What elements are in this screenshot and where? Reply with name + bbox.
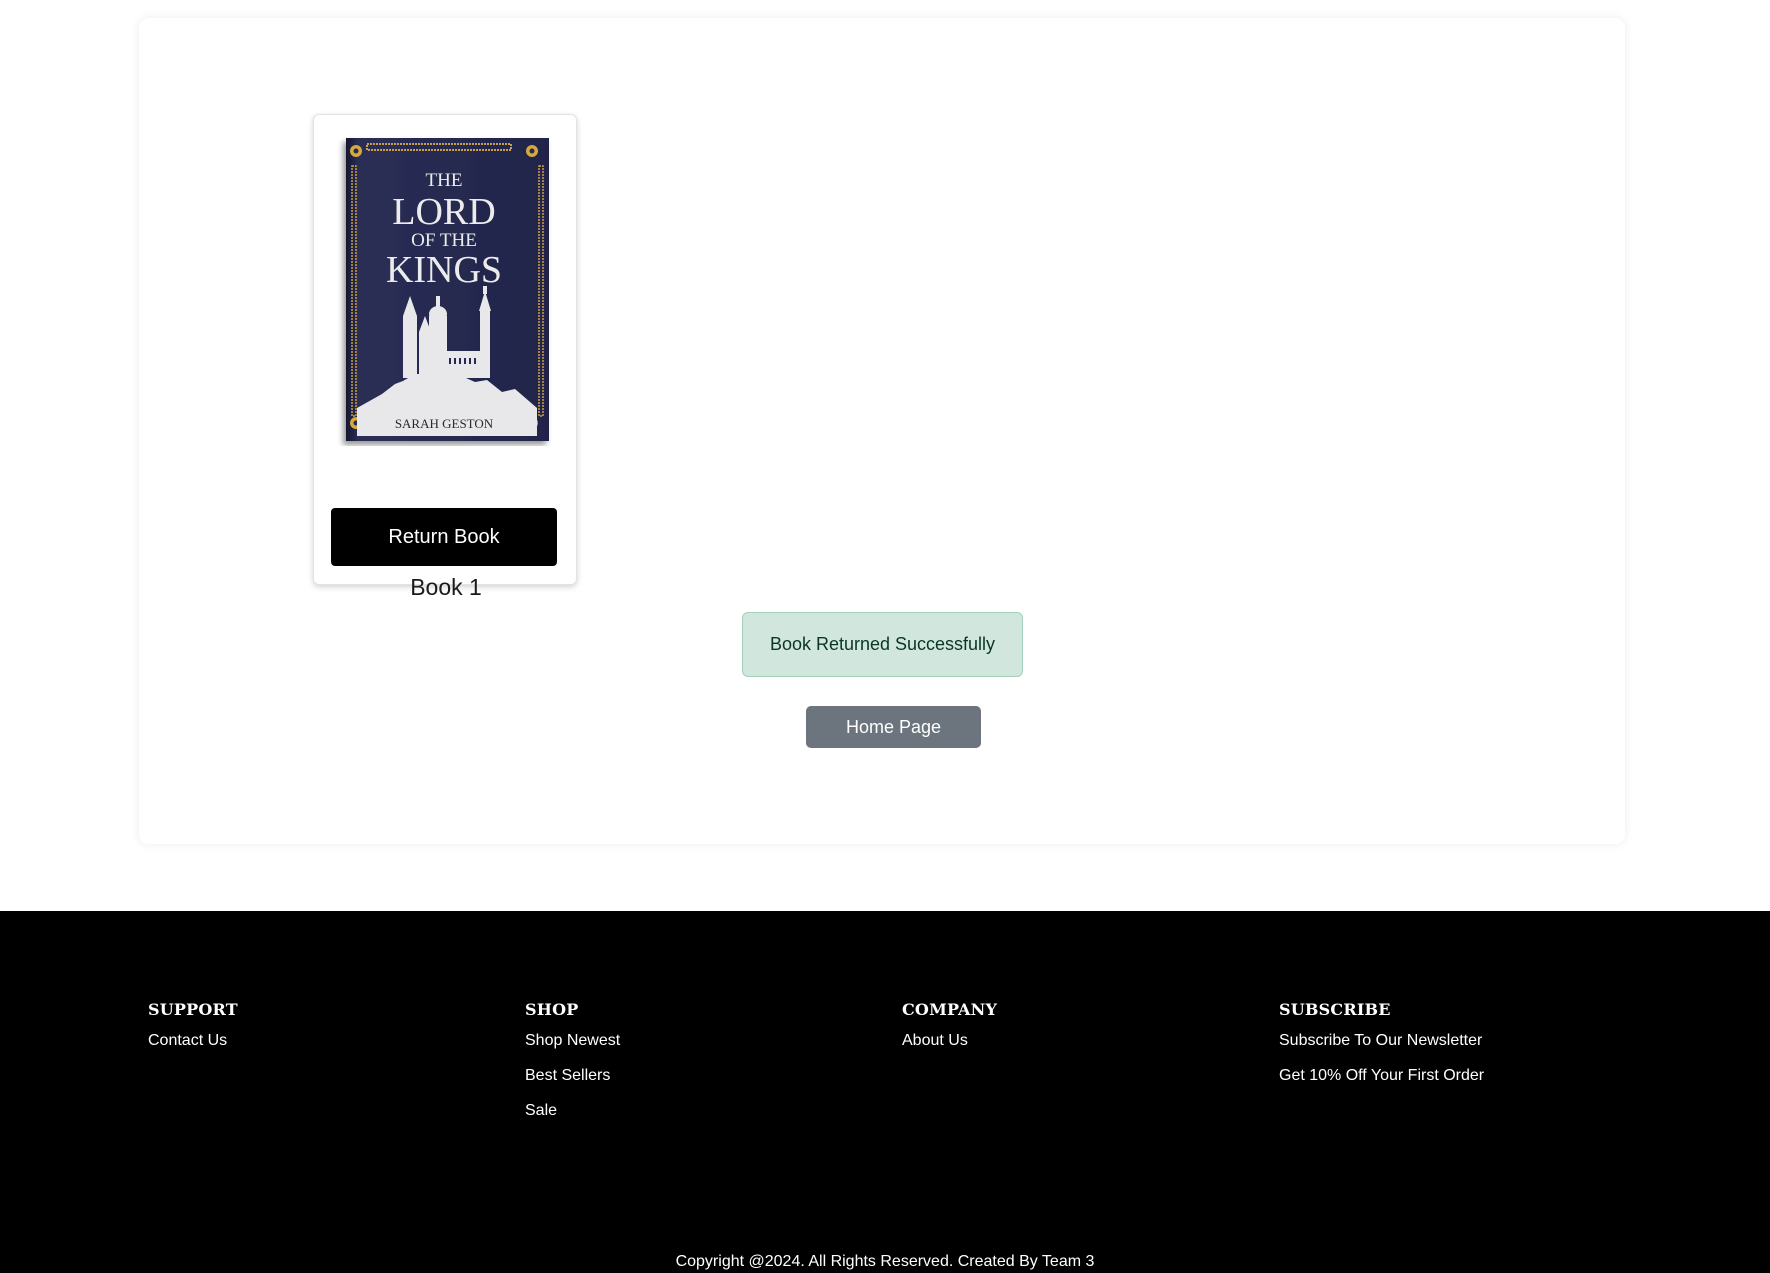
success-alert: Book Returned Successfully	[742, 612, 1023, 677]
svg-text:THE: THE	[426, 170, 463, 191]
footer-link-sale[interactable]: Sale	[525, 1101, 620, 1121]
footer-link-newsletter[interactable]: Subscribe To Our Newsletter	[1279, 1031, 1484, 1051]
return-book-button[interactable]: Return Book	[331, 508, 557, 566]
footer-column-subscribe: SUBSCRIBE Subscribe To Our Newsletter Ge…	[1279, 999, 1484, 1101]
footer-link-about-us[interactable]: About Us	[902, 1031, 997, 1051]
home-page-button[interactable]: Home Page	[806, 706, 981, 748]
svg-text:LORD: LORD	[392, 191, 495, 233]
book-title: Book 1	[410, 574, 482, 600]
copyright-text: Copyright @2024. All Rights Reserved. Cr…	[675, 1253, 1095, 1270]
footer: SUPPORT Contact Us SHOP Shop Newest Best…	[0, 911, 1770, 1273]
footer-column-support: SUPPORT Contact Us	[148, 999, 238, 1066]
footer-heading-company: COMPANY	[902, 1000, 998, 1019]
footer-column-shop: SHOP Shop Newest Best Sellers Sale	[525, 999, 620, 1136]
svg-text:KINGS: KINGS	[386, 249, 502, 291]
footer-link-best-sellers[interactable]: Best Sellers	[525, 1066, 620, 1086]
footer-heading-shop: SHOP	[525, 1000, 579, 1019]
footer-heading-support: SUPPORT	[148, 1000, 238, 1019]
footer-link-first-order-offer[interactable]: Get 10% Off Your First Order	[1279, 1066, 1484, 1086]
footer-link-contact-us[interactable]: Contact Us	[148, 1031, 238, 1051]
book-cover-image: THE LORD OF THE KINGS SARAH GESTON	[346, 138, 549, 441]
footer-column-company: COMPANY About Us	[902, 999, 997, 1066]
success-alert-message: Book Returned Successfully	[769, 634, 996, 654]
svg-text:OF THE: OF THE	[411, 230, 477, 251]
svg-text:SARAH GESTON: SARAH GESTON	[395, 416, 494, 431]
footer-heading-subscribe: SUBSCRIBE	[1279, 1000, 1391, 1019]
footer-link-shop-newest[interactable]: Shop Newest	[525, 1031, 620, 1051]
